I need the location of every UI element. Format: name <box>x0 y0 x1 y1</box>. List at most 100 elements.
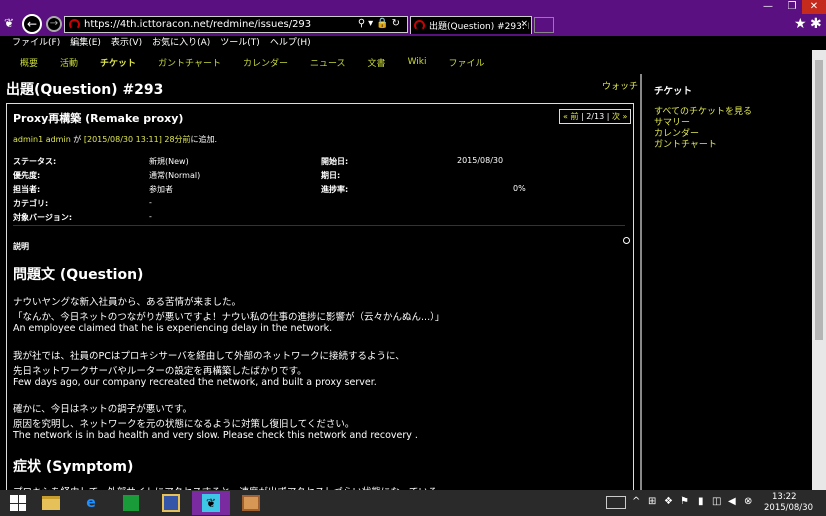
dropbox-icon[interactable]: ❖ <box>664 496 673 507</box>
clock-date[interactable]: 2015/08/30 <box>764 503 813 513</box>
app-icon <box>162 494 180 512</box>
browser-tab[interactable]: 出題(Question) #293: Pr... × <box>410 16 532 34</box>
tab-activity[interactable]: 活動 <box>60 56 78 69</box>
browser-titlebar: ❦ — ❐ ✕ ← → https://4th.icttoracon.net/r… <box>0 0 826 36</box>
tab-documents[interactable]: 文書 <box>368 56 386 69</box>
next-issue-link[interactable]: 次 » <box>612 112 627 121</box>
taskbar-store[interactable] <box>112 491 150 515</box>
menu-favorites[interactable]: お気に入り(A) <box>152 36 210 50</box>
no-entry-icon[interactable]: ⊗ <box>744 496 752 507</box>
divider <box>13 225 625 226</box>
issue-details: Proxy再構築 (Remake proxy) « 前 | 2/13 | 次 »… <box>6 103 634 498</box>
description-line: Few days ago, our company recreated the … <box>13 377 377 388</box>
author-ga: が <box>70 135 84 144</box>
start-button[interactable] <box>0 491 36 515</box>
page-content: 概要 活動 チケット ガントチャート カレンダー ニュース 文書 Wiki ファ… <box>0 50 826 498</box>
tab-issues[interactable]: チケット <box>100 56 136 69</box>
pager-position: 2/13 <box>586 112 605 121</box>
windows-tray-icon[interactable]: ⊞ <box>648 496 656 507</box>
chevron-up-icon[interactable]: ^ <box>632 496 640 507</box>
tab-gantt[interactable]: ガントチャート <box>158 56 221 69</box>
photo-icon <box>242 495 260 511</box>
description-line: The network is in bad health and very sl… <box>13 430 418 441</box>
store-icon <box>123 495 139 511</box>
description-line: 我が社では、社員のPCはプロキシサーバを経由して外部のネットワークに接続するよう… <box>13 351 405 362</box>
menu-view[interactable]: 表示(V) <box>111 36 142 50</box>
ie-icon: e <box>86 495 96 511</box>
sidebar-title: チケット <box>654 86 693 97</box>
description-line: 先日ネットワークサーバやルーターの設定を再構築したばかりです。 <box>13 366 307 377</box>
description-line: An employee claimed that he is experienc… <box>13 323 333 334</box>
sidebar-link-gantt[interactable]: ガントチャート <box>654 137 717 150</box>
description-line: 原因を究明し、ネットワークを元の状態になるように対策し復旧してください。 <box>13 419 355 430</box>
new-tab-button[interactable] <box>534 17 554 33</box>
priority-value: 通常(Normal) <box>149 171 201 180</box>
author-link[interactable]: admin1 admin <box>13 135 71 144</box>
tab-calendar[interactable]: カレンダー <box>243 56 288 69</box>
version-value: - <box>149 212 152 221</box>
taskbar-explorer[interactable] <box>32 491 70 515</box>
issue-author-line: admin1 admin が [2015/08/30 13:11] 28分前に追… <box>13 134 217 145</box>
created-date-link[interactable]: [2015/08/30 13:11] <box>84 135 162 144</box>
tab-title: 出題(Question) #293: Pr... <box>429 22 529 32</box>
created-ago-link[interactable]: 28分前 <box>164 135 190 144</box>
description-line: ナウいヤングな新入社員から、ある苦情が来ました。 <box>13 297 242 308</box>
minimize-button[interactable]: — <box>756 0 780 14</box>
menu-file[interactable]: ファイル(F) <box>12 36 60 50</box>
heading-symptom: 症状 (Symptom) <box>13 459 134 475</box>
windows-logo-icon <box>10 495 26 511</box>
back-button[interactable]: ← <box>22 14 42 34</box>
page-title: 出題(Question) #293 <box>6 82 164 98</box>
menu-help[interactable]: ヘルプ(H) <box>270 36 311 50</box>
status-label: ステータス: <box>13 157 57 166</box>
home-icon[interactable]: ★ <box>794 16 807 32</box>
battery-icon[interactable]: ▮ <box>698 496 704 507</box>
taskbar-app[interactable] <box>152 491 190 515</box>
category-value: - <box>149 198 152 207</box>
keyboard-icon[interactable] <box>606 496 626 509</box>
assignee-label: 担当者: <box>13 185 41 194</box>
quote-icon[interactable] <box>623 237 630 244</box>
address-actions-icon[interactable]: ⚲▾🔒↻ <box>358 18 403 29</box>
description-line: 「なんか、今日ネットのつながりが悪いですよ！ナウい私の仕事の進捗に影響が（云々か… <box>13 312 445 323</box>
taskbar-photo[interactable] <box>232 491 270 515</box>
app-logo-icon: ❦ <box>4 16 15 30</box>
network-icon[interactable]: ◫ <box>712 496 721 507</box>
flag-icon[interactable]: ⚑ <box>680 496 689 507</box>
tab-files[interactable]: ファイル <box>448 56 484 69</box>
site-favicon-icon <box>69 19 80 30</box>
close-window-button[interactable]: ✕ <box>802 0 826 14</box>
forward-button[interactable]: → <box>46 16 62 32</box>
scrollbar-thumb[interactable] <box>815 60 823 340</box>
tab-wiki[interactable]: Wiki <box>408 57 427 67</box>
assignee-value: 参加者 <box>149 185 173 194</box>
category-label: カテゴリ: <box>13 199 49 208</box>
tab-close-icon[interactable]: × <box>520 19 528 29</box>
settings-gear-icon[interactable]: ✱ <box>810 16 822 32</box>
taskbar-browser-active[interactable]: ❦ <box>192 491 230 515</box>
browser-icon: ❦ <box>202 494 220 512</box>
version-label: 対象バージョン: <box>13 213 73 222</box>
project-main-menu: 概要 活動 チケット ガントチャート カレンダー ニュース 文書 Wiki ファ… <box>0 50 826 74</box>
taskbar-ie[interactable]: e <box>72 491 110 515</box>
address-bar[interactable]: https://4th.icttoracon.net/redmine/issue… <box>64 16 408 33</box>
menu-tools[interactable]: ツール(T) <box>220 36 260 50</box>
description-label: 説明 <box>13 242 29 251</box>
due-date-label: 期日: <box>321 171 341 180</box>
watch-link[interactable]: ウォッチ <box>602 79 638 92</box>
taskbar: e ❦ ^ ⊞ ❖ ⚑ ▮ ◫ ◀ ⊗ 13:22 2015/08/30 <box>0 490 826 516</box>
start-date-value: 2015/08/30 <box>457 156 504 165</box>
status-value: 新規(New) <box>149 157 189 166</box>
prev-issue-link[interactable]: « 前 <box>563 112 578 121</box>
menu-bar: ファイル(F) 編集(E) 表示(V) お気に入り(A) ツール(T) ヘルプ(… <box>0 36 826 50</box>
tab-news[interactable]: ニュース <box>310 56 346 69</box>
clock-time[interactable]: 13:22 <box>772 492 797 502</box>
priority-label: 優先度: <box>13 171 41 180</box>
menu-edit[interactable]: 編集(E) <box>70 36 101 50</box>
maximize-button[interactable]: ❐ <box>780 0 804 14</box>
tab-overview[interactable]: 概要 <box>20 56 38 69</box>
sidebar: チケット すべてのチケットを見る サマリー カレンダー ガントチャート <box>640 74 826 490</box>
volume-icon[interactable]: ◀ <box>728 496 736 507</box>
heading-question: 問題文 (Question) <box>13 267 144 283</box>
description-line: 確かに、今日はネットの調子が悪いです。 <box>13 404 192 415</box>
